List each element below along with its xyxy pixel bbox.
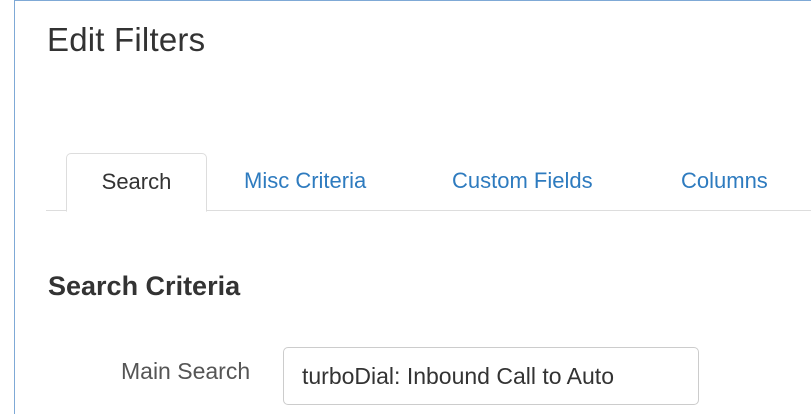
tab-custom-fields[interactable]: Custom Fields — [452, 153, 593, 211]
edit-filters-panel: Edit Filters Search Misc Criteria Custom… — [14, 0, 811, 414]
main-search-input[interactable] — [283, 347, 699, 405]
search-criteria-heading: Search Criteria — [48, 271, 241, 301]
modal-title: Edit Filters — [47, 21, 206, 58]
main-search-label: Main Search — [121, 358, 251, 384]
tab-search[interactable]: Search — [66, 153, 207, 212]
tab-columns[interactable]: Columns — [681, 153, 768, 211]
filter-tabs: Search Misc Criteria Custom Fields Colum… — [46, 153, 811, 212]
tab-misc-criteria[interactable]: Misc Criteria — [244, 153, 366, 211]
